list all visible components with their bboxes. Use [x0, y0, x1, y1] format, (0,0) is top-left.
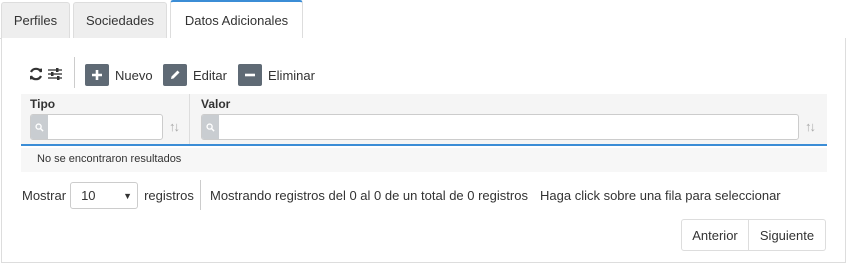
tipo-filter-input[interactable]: [49, 115, 162, 139]
records-summary: Mostrando registros del 0 al 0 de un tot…: [210, 188, 528, 203]
table-header: Tipo Valor ↑↓ ↑↓: [21, 94, 827, 146]
tab-perfiles[interactable]: Perfiles: [1, 2, 70, 38]
column-divider: [189, 94, 190, 144]
toolbar-separator: [74, 57, 75, 88]
previous-label: Anterior: [692, 227, 738, 243]
page-size-control: Mostrar 10 ▼ registros: [22, 182, 194, 209]
refresh-icon[interactable]: [27, 65, 45, 83]
editar-button[interactable]: Editar: [163, 64, 227, 86]
valor-filter-input[interactable]: [220, 115, 798, 139]
plus-icon: [85, 64, 109, 86]
tab-datos-adicionales[interactable]: Datos Adicionales: [170, 0, 303, 39]
nuevo-button[interactable]: Nuevo: [85, 64, 153, 86]
editar-label: Editar: [193, 67, 227, 83]
tab-sociedades[interactable]: Sociedades: [73, 2, 167, 38]
next-label: Siguiente: [759, 227, 815, 243]
records-label: registros: [144, 188, 194, 203]
tipo-filter: [30, 114, 163, 140]
selection-hint: Haga click sobre una fila para seleccion…: [540, 188, 781, 203]
tab-label: Datos Adicionales: [184, 13, 289, 28]
page-size-value: 10: [81, 188, 96, 203]
footer-separator: [200, 180, 201, 210]
pagination: Anterior Siguiente: [681, 219, 826, 251]
sort-icon-valor[interactable]: ↑↓: [805, 119, 816, 134]
next-page-button[interactable]: Siguiente: [749, 219, 826, 251]
sort-icon-tipo[interactable]: ↑↓: [169, 119, 180, 134]
pencil-icon: [163, 64, 187, 86]
minus-icon: [238, 64, 262, 86]
column-header-valor[interactable]: Valor: [201, 97, 230, 111]
nuevo-label: Nuevo: [115, 67, 153, 83]
tab-label: Sociedades: [86, 13, 154, 28]
eliminar-label: Eliminar: [268, 67, 315, 83]
search-icon: [31, 115, 48, 139]
search-icon: [202, 115, 219, 139]
eliminar-button[interactable]: Eliminar: [238, 64, 315, 86]
sliders-icon[interactable]: [46, 65, 64, 83]
empty-results-row: No se encontraron resultados: [21, 148, 827, 172]
previous-page-button[interactable]: Anterior: [681, 219, 749, 251]
tab-label: Perfiles: [13, 13, 58, 28]
column-header-tipo[interactable]: Tipo: [30, 97, 55, 111]
caret-down-icon: ▼: [123, 191, 133, 201]
valor-filter: [201, 114, 799, 140]
tab-bar: Perfiles Sociedades Datos Adicionales: [0, 0, 846, 39]
page-size-select[interactable]: 10 ▼: [70, 182, 139, 209]
show-label: Mostrar: [22, 188, 67, 203]
